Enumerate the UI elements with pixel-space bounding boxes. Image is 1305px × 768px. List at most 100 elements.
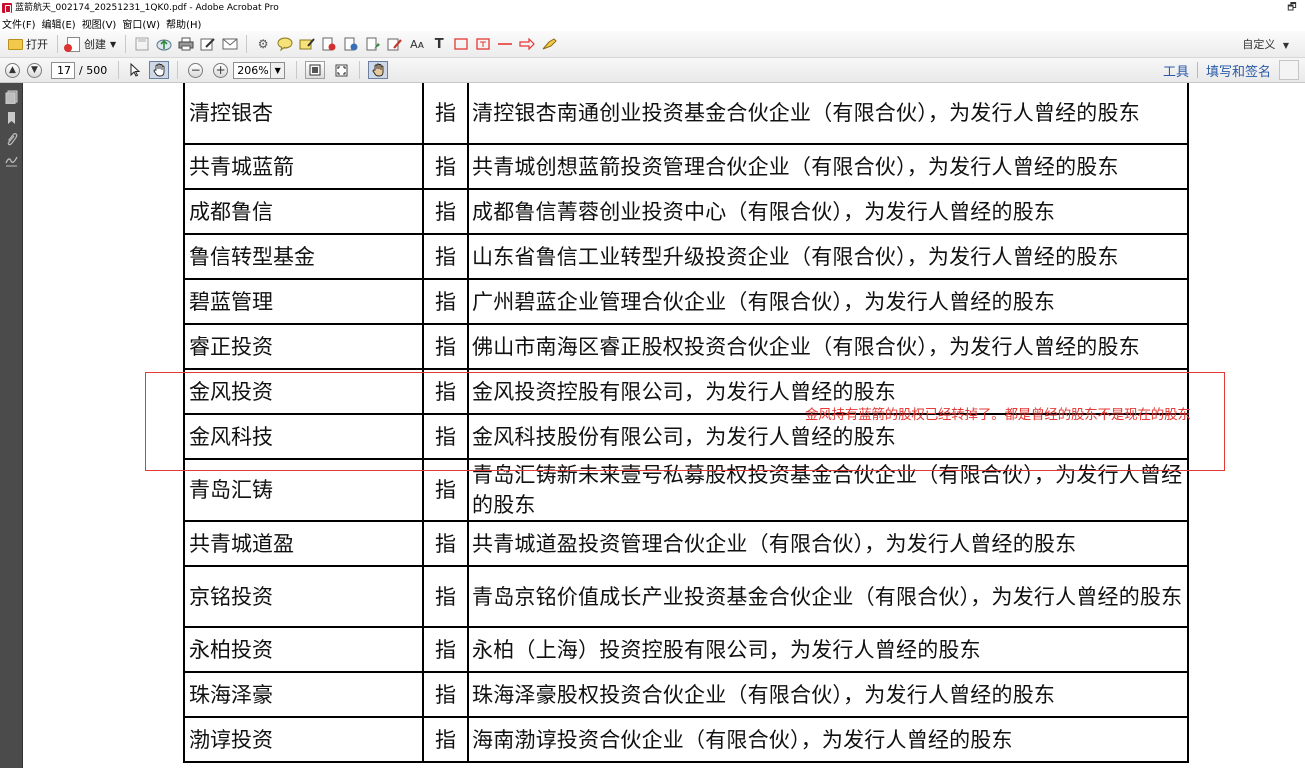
- zoom-input[interactable]: 206%: [233, 61, 272, 79]
- comment-icon[interactable]: [277, 36, 293, 52]
- email-icon[interactable]: [222, 36, 238, 52]
- comment-panel-link[interactable]: ​: [1279, 60, 1299, 80]
- attach-icon[interactable]: [343, 36, 359, 52]
- create-button[interactable]: 创建 ▼: [63, 33, 120, 55]
- abbreviation-cell: 睿正投资: [183, 323, 424, 370]
- line-icon[interactable]: [497, 36, 513, 52]
- annotation-note[interactable]: 金风持有蓝箭的股权已经转掉了。都是曾经的股东不是现在的股东: [805, 403, 1191, 423]
- customize-label: 自定义: [1242, 38, 1276, 51]
- pages-panel-icon[interactable]: [5, 90, 18, 105]
- customize-button[interactable]: 自定义 ▼: [1242, 36, 1289, 52]
- toolbar-separator: [125, 35, 127, 53]
- refers-to-cell: 指: [422, 188, 469, 235]
- attachments-icon[interactable]: [5, 132, 18, 146]
- refers-to-cell: 指: [422, 565, 469, 628]
- refers-to-cell: 指: [422, 143, 469, 190]
- freeform-icon[interactable]: [541, 36, 557, 52]
- toolbar-separator: [57, 35, 58, 53]
- text-size-icon[interactable]: Aᴀ: [409, 36, 425, 52]
- menu-view[interactable]: 视图(V): [80, 16, 121, 31]
- zoom-out-icon[interactable]: −: [188, 62, 204, 78]
- refers-to-cell: 指: [422, 233, 469, 280]
- toolbar-separator: [177, 61, 179, 79]
- refers-to-cell: 指: [422, 671, 469, 718]
- refers-to-cell: 指: [422, 278, 469, 325]
- gear-icon[interactable]: ⚙: [255, 36, 271, 52]
- rectangle-icon[interactable]: [453, 36, 469, 52]
- menu-edit[interactable]: 编辑(E): [40, 16, 80, 31]
- document-viewport[interactable]: 清控银杏指清控银杏南通创业投资基金合伙企业（有限合伙），为发行人曾经的股东 共青城…: [24, 83, 1305, 768]
- definition-cell: 共青城创想蓝箭投资管理合伙企业（有限合伙），为发行人曾经的股东: [467, 143, 1189, 190]
- definition-cell: 清控银杏南通创业投资基金合伙企业（有限合伙），为发行人曾经的股东: [467, 83, 1189, 145]
- open-label: 打开: [26, 38, 48, 51]
- signatures-icon[interactable]: [5, 153, 18, 167]
- page-up-icon[interactable]: ▲: [5, 62, 20, 78]
- menu-bar: 文件(F) 编辑(E) 视图(V) 窗口(W) 帮助(H): [0, 16, 1305, 31]
- zoom-dropdown-icon[interactable]: ▼: [271, 61, 286, 79]
- create-pdf-icon: [64, 36, 80, 52]
- chevron-down-icon: ▼: [110, 39, 117, 49]
- select-icon[interactable]: [127, 62, 143, 78]
- abbreviation-cell: 渤谆投资: [183, 716, 424, 763]
- highlight-icon[interactable]: [299, 36, 315, 52]
- abbreviation-cell: 珠海泽豪: [183, 671, 424, 718]
- acrobat-icon: [2, 3, 12, 13]
- bookmarks-icon[interactable]: [5, 111, 18, 125]
- definition-cell: 广州碧蓝企业管理合伙企业（有限合伙），为发行人曾经的股东: [467, 278, 1189, 325]
- zoom-in-icon[interactable]: +: [213, 62, 229, 78]
- menu-window[interactable]: 窗口(W): [120, 16, 164, 31]
- abbreviation-cell: 京铭投资: [183, 565, 424, 628]
- page-down-icon[interactable]: ▼: [27, 62, 42, 78]
- table-row: 珠海泽豪指珠海泽豪股权投资合伙企业（有限合伙），为发行人曾经的股东: [183, 671, 1189, 718]
- definition-cell: 珠海泽豪股权投资合伙企业（有限合伙），为发行人曾经的股东: [467, 671, 1189, 718]
- textbox-icon[interactable]: [475, 36, 491, 52]
- table-row: 永柏投资指永柏（上海）投资控股有限公司，为发行人曾经的股东: [183, 626, 1189, 673]
- menu-file[interactable]: 文件(F): [0, 16, 40, 31]
- toolbar-separator: [296, 61, 298, 79]
- save-icon[interactable]: [134, 36, 150, 52]
- window-title: 蓝箭航天_002174_20251231_1QK0.pdf - Adobe Ac…: [15, 3, 279, 13]
- page-number-input[interactable]: 17: [51, 61, 75, 79]
- navigation-pane: [0, 83, 23, 768]
- fit-page-icon[interactable]: [305, 61, 326, 79]
- tools-link[interactable]: 工具: [1155, 61, 1197, 80]
- create-label: 创建: [84, 38, 106, 51]
- title-bar: 蓝箭航天_002174_20251231_1QK0.pdf - Adobe Ac…: [0, 0, 1305, 16]
- table-row: 碧蓝管理指广州碧蓝企业管理合伙企业（有限合伙），为发行人曾经的股东: [183, 278, 1189, 325]
- table-row: 共青城蓝箭指共青城创想蓝箭投资管理合伙企业（有限合伙），为发行人曾经的股东: [183, 143, 1189, 190]
- refers-to-cell: 指: [422, 83, 469, 145]
- abbreviation-cell: 鲁信转型基金: [183, 233, 424, 280]
- restore-window-button[interactable]: 🗗: [1279, 0, 1305, 16]
- print-icon[interactable]: [178, 36, 194, 52]
- pencil-icon[interactable]: [387, 36, 403, 52]
- table-row: 成都鲁信指成都鲁信菁蓉创业投资中心（有限合伙），为发行人曾经的股东: [183, 188, 1189, 235]
- menu-help[interactable]: 帮助(H): [164, 16, 205, 31]
- chevron-down-icon: ▼: [1282, 41, 1289, 50]
- definition-cell: 青岛京铭价值成长产业投资基金合伙企业（有限合伙），为发行人曾经的股东: [467, 565, 1189, 628]
- refers-to-cell: 指: [422, 323, 469, 370]
- table-row: 睿正投资指佛山市南海区睿正股权投资合伙企业（有限合伙），为发行人曾经的股东: [183, 323, 1189, 370]
- table-row: 清控银杏指清控银杏南通创业投资基金合伙企业（有限合伙），为发行人曾经的股东: [183, 83, 1189, 145]
- arrow-icon[interactable]: [519, 36, 536, 52]
- abbreviation-cell: 成都鲁信: [183, 188, 424, 235]
- open-button[interactable]: 打开: [4, 33, 52, 55]
- text-icon[interactable]: T: [431, 36, 447, 52]
- abbreviation-cell: 碧蓝管理: [183, 278, 424, 325]
- full-screen-icon[interactable]: [331, 61, 351, 79]
- navigation-toolbar: ▲ ▼ 17 / 500 − + 206% ▼ 工具 填写和签名 ​: [0, 58, 1305, 83]
- read-mode-icon[interactable]: [368, 61, 389, 79]
- definition-cell: 永柏（上海）投资控股有限公司，为发行人曾经的股东: [467, 626, 1189, 673]
- table-row: 共青城道盈指共青城道盈投资管理合伙企业（有限合伙），为发行人曾经的股东: [183, 520, 1189, 567]
- page-count: / 500: [79, 63, 108, 77]
- hand-icon[interactable]: [149, 61, 170, 79]
- stamp-icon[interactable]: [321, 36, 337, 52]
- fill-sign-link[interactable]: 填写和签名: [1198, 61, 1279, 80]
- definition-cell: 共青城道盈投资管理合伙企业（有限合伙），为发行人曾经的股东: [467, 520, 1189, 567]
- sign-icon[interactable]: [365, 36, 381, 52]
- edit-icon[interactable]: [200, 36, 216, 52]
- toolbar-separator: [359, 61, 361, 79]
- definition-cell: 山东省鲁信工业转型升级投资企业（有限合伙），为发行人曾经的股东: [467, 233, 1189, 280]
- refers-to-cell: 指: [422, 520, 469, 567]
- refers-to-cell: 指: [422, 626, 469, 673]
- upload-cloud-icon[interactable]: [156, 36, 172, 52]
